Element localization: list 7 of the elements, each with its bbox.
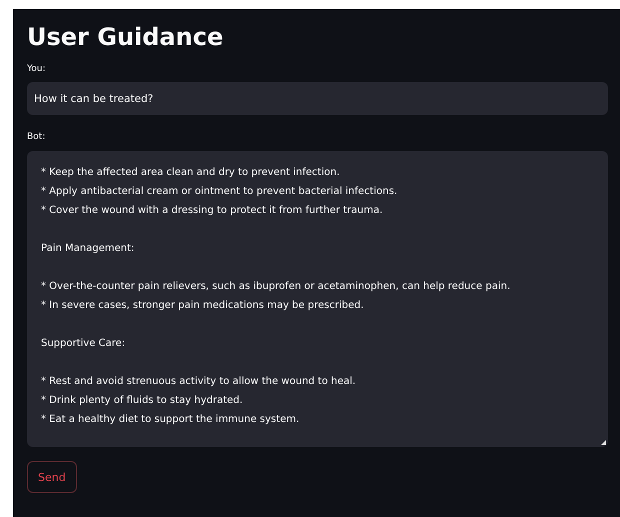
page-title: User Guidance xyxy=(27,22,224,53)
input-field[interactable]: How it can be treated? xyxy=(27,82,608,115)
response-area[interactable]: * Keep the affected area clean and dry to prevent infection. * Apply antibacterial cream or ointment to prevent bacterial infections. * Cover the wound with a dressing to protect it from further trauma. Pain Management: * Over-the-counter pain relievers, such as ibuprofen or acetaminophen, can help reduce pain. * In severe cases, stronger pain medications may be prescribed. Supportive Care: * Rest and avoid strenuous activity to allow the wound to heal. * Drink plenty of fluids to stay hydrated. * Eat a healthy diet to support the immune system. xyxy=(27,151,608,447)
resize-grip-icon[interactable] xyxy=(601,440,606,445)
field-label: Bot: xyxy=(27,131,46,143)
send-button[interactable]: Send xyxy=(27,461,77,493)
field-label: You: xyxy=(27,63,46,75)
